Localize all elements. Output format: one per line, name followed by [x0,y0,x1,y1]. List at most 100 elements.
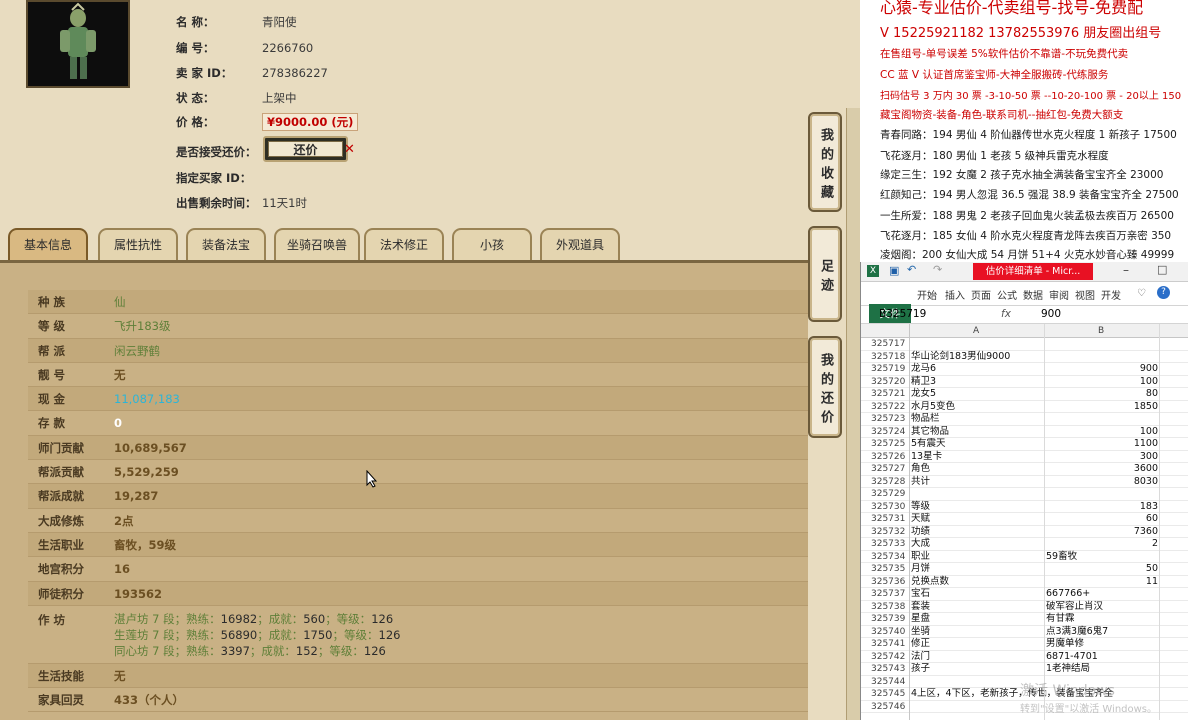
cell-b[interactable]: 60 [1046,513,1158,526]
sheet-row[interactable]: 325736 兑换点数 11 [861,576,1188,589]
cell-a[interactable]: 其它物品 [911,426,949,439]
row-number[interactable]: 325745 [871,688,909,701]
ribbon-tab[interactable]: 审阅 [1049,287,1069,302]
ribbon-tab[interactable]: 公式 [997,287,1017,302]
cell-b[interactable]: 1100 [1046,438,1158,451]
row-number[interactable]: 325733 [871,538,909,551]
cell-b[interactable]: 点3满3魔6鬼7 [1046,626,1158,639]
row-number[interactable]: 325725 [871,438,909,451]
cell-a[interactable]: 精卫3 [911,376,936,389]
save-icon[interactable]: ▣ [889,264,899,277]
cell-a[interactable]: 大成 [911,538,930,551]
sheet-row[interactable]: 325732 功绩 7360 [861,526,1188,539]
sheet-row[interactable]: 325741 修正 男魔单修 [861,638,1188,651]
row-number[interactable]: 325742 [871,651,909,664]
sheet-row[interactable]: 325734 职业 59畜牧 [861,551,1188,564]
row-number[interactable]: 325731 [871,513,909,526]
sheet-row[interactable]: 325719 龙马6 900 [861,363,1188,376]
cell-a[interactable]: 套装 [911,601,930,614]
ribbon-tab[interactable]: 插入 [945,287,965,302]
row-number[interactable]: 325746 [871,701,909,714]
row-number[interactable]: 325741 [871,638,909,651]
row-number[interactable]: 325721 [871,388,909,401]
sheet-row[interactable]: 325720 精卫3 100 [861,376,1188,389]
cell-b[interactable]: 11 [1046,576,1158,589]
cell-b[interactable]: 8030 [1046,476,1158,489]
sheet-row[interactable]: 325723 物品栏 [861,413,1188,426]
sheet-row[interactable]: 325738 套装 破军容止肖汉 [861,601,1188,614]
cell-b[interactable]: 破军容止肖汉 [1046,601,1158,614]
cell-b[interactable]: 900 [1046,363,1158,376]
ribbon-tab[interactable]: 开发 [1101,287,1121,302]
sheet-row[interactable]: 325717 [861,338,1188,351]
row-number[interactable]: 325735 [871,563,909,576]
row-number[interactable]: 325726 [871,451,909,464]
cell-b[interactable]: 100 [1046,376,1158,389]
cell-a[interactable]: 华山论剑183男仙9000 [911,351,1010,364]
tab-basic-info[interactable]: 基本信息 [8,228,88,262]
cell-a[interactable]: 水月5变色 [911,401,955,414]
row-number[interactable]: 325729 [871,488,909,501]
cell-b[interactable]: 2 [1046,538,1158,551]
row-number[interactable]: 325723 [871,413,909,426]
sheet-row[interactable]: 325731 天赋 60 [861,513,1188,526]
ribbon-tab[interactable]: 开始 [917,287,937,302]
sheet-row[interactable]: 325742 法门 6871-4701 [861,651,1188,664]
row-number[interactable]: 325717 [871,338,909,351]
sheet-row[interactable]: 325730 等级 183 [861,501,1188,513]
sheet-row[interactable]: 325739 星盘 有甘霖 [861,613,1188,626]
cell-b[interactable]: 7360 [1046,526,1158,539]
row-number[interactable]: 325739 [871,613,909,626]
redo-icon[interactable]: ↷ [933,263,942,276]
row-number[interactable]: 325722 [871,401,909,414]
cell-b[interactable]: 3600 [1046,463,1158,476]
tab-attributes[interactable]: 属性抗性 [98,228,178,262]
cell-b[interactable]: 50 [1046,563,1158,576]
cell-a[interactable]: 天赋 [911,513,930,526]
tab-appearance[interactable]: 外观道具 [540,228,620,262]
row-number[interactable]: 325720 [871,376,909,389]
heart-icon[interactable]: ♡ [1137,288,1146,299]
tab-equipment[interactable]: 装备法宝 [186,228,266,262]
sheet-row[interactable]: 325735 月饼 50 [861,563,1188,576]
cell-a[interactable]: 法门 [911,651,930,664]
counter-offer-button[interactable]: 还价 [263,136,348,162]
sheet-row[interactable]: 325727 角色 3600 [861,463,1188,476]
help-icon[interactable]: ? [1157,286,1170,299]
row-number[interactable]: 325740 [871,626,909,639]
ribbon-tab[interactable]: 页面 [971,287,991,302]
row-number[interactable]: 325743 [871,663,909,676]
column-b-header[interactable]: B [1098,324,1104,338]
cell-b[interactable]: 59畜牧 [1046,551,1158,564]
sheet-row[interactable]: 325718 华山论剑183男仙9000 [861,351,1188,364]
row-number[interactable]: 325718 [871,351,909,364]
fx-icon[interactable]: fx [1001,306,1011,323]
ribbon-tab[interactable]: 数据 [1023,287,1043,302]
sheet-row[interactable]: 325722 水月5变色 1850 [861,401,1188,414]
sheet-row[interactable]: 325740 坐骑 点3满3魔6鬼7 [861,626,1188,639]
ribbon-tab[interactable]: 视图 [1075,287,1095,302]
scrollbar[interactable] [846,108,860,720]
sheet-row[interactable]: 325726 13星卡 300 [861,451,1188,464]
cell-b[interactable]: 300 [1046,451,1158,464]
row-number[interactable]: 325744 [871,676,909,689]
minimize-icon[interactable]: – [1123,263,1129,277]
cell-a[interactable]: 龙女5 [911,388,936,401]
cell-b[interactable]: 1850 [1046,401,1158,414]
sheet-row[interactable]: 325728 共计 8030 [861,476,1188,489]
cell-a[interactable]: 物品栏 [911,413,940,426]
sheet-row[interactable]: 325721 龙女5 80 [861,388,1188,401]
row-number[interactable]: 325728 [871,476,909,489]
tab-spell-correction[interactable]: 法术修正 [364,228,444,262]
cell-b[interactable]: 100 [1046,426,1158,439]
sheet-row[interactable]: 325729 [861,488,1188,501]
favorites-button[interactable]: 我的收藏 [808,112,842,212]
maximize-icon[interactable]: □ [1157,263,1167,276]
cell-b[interactable]: 6871-4701 [1046,651,1158,664]
row-number[interactable]: 325732 [871,526,909,539]
footprint-button[interactable]: 足迹 [808,226,842,322]
row-number[interactable]: 325738 [871,601,909,614]
row-number[interactable]: 325724 [871,426,909,439]
cell-a[interactable]: 功绩 [911,526,930,539]
cell-a[interactable]: 星盘 [911,613,930,626]
